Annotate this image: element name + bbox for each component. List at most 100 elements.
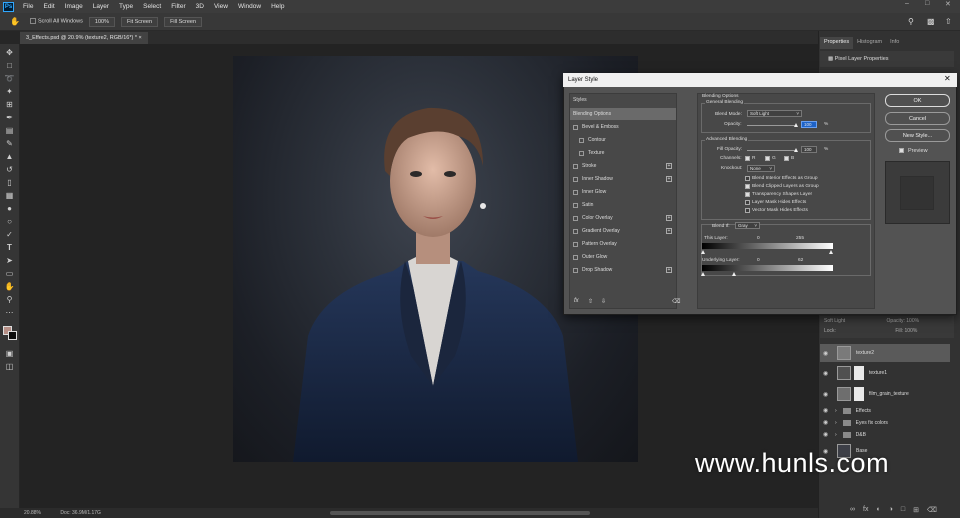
crop-tool-icon[interactable]: ⊞ [4, 100, 16, 109]
add-inner-shadow-icon[interactable]: + [666, 176, 672, 182]
ok-button[interactable]: OK [885, 94, 950, 107]
fit-screen-button[interactable]: Fit Screen [120, 16, 159, 27]
style-item-inner-glow[interactable]: Inner Glow [570, 186, 676, 198]
style-item-satin[interactable]: Satin [570, 199, 676, 211]
vector-mask-hides-checkbox[interactable] [745, 208, 750, 213]
scroll-all-windows-option[interactable]: Scroll All Windows [29, 18, 83, 25]
eyedropper-tool-icon[interactable]: ✒ [4, 113, 16, 122]
history-brush-tool-icon[interactable]: ↺ [4, 165, 16, 174]
checkbox[interactable] [573, 189, 578, 195]
layer-fill[interactable]: Fill: 100% [895, 328, 917, 334]
chevron-right-icon[interactable]: › [835, 432, 837, 438]
healing-brush-tool-icon[interactable]: ▤ [4, 126, 16, 135]
layer-opacity[interactable]: Opacity: 100% [887, 318, 920, 324]
menu-help[interactable]: Help [266, 3, 289, 10]
add-gradient-overlay-icon[interactable]: + [666, 228, 672, 234]
layer-group-effects[interactable]: ◉ › Effects [820, 405, 950, 416]
color-swatches[interactable] [0, 323, 19, 345]
dodge-tool-icon[interactable]: ○ [4, 217, 16, 226]
add-drop-shadow-icon[interactable]: + [666, 267, 672, 273]
menu-image[interactable]: Image [60, 3, 88, 10]
style-item-texture[interactable]: Texture [570, 147, 676, 159]
lasso-tool-icon[interactable]: ➰ [4, 74, 16, 83]
marquee-tool-icon[interactable]: □ [4, 61, 16, 70]
checkbox[interactable] [573, 202, 578, 208]
document-tab[interactable]: 3_Effects.psd @ 20.9% (texture2, RGB/16*… [20, 32, 148, 44]
brush-tool-icon[interactable]: ✎ [4, 139, 16, 148]
fx-menu-button[interactable]: fx [574, 298, 579, 304]
layer-row-texture1[interactable]: ◉ texture1 [820, 364, 950, 382]
knockout-select[interactable]: None ˅ [747, 165, 775, 172]
hand-tool-icon-toolbar[interactable]: ✋ [4, 282, 16, 291]
transparency-shapes-checkbox[interactable] [745, 192, 750, 197]
pen-tool-icon[interactable]: ✓ [4, 230, 16, 239]
chevron-right-icon[interactable]: › [835, 420, 837, 426]
menu-select[interactable]: Select [138, 3, 166, 10]
zoom-level-readout[interactable]: 20.88% [24, 510, 41, 516]
blend-clipped-checkbox[interactable] [745, 184, 750, 189]
menu-edit[interactable]: Edit [38, 3, 59, 10]
preview-checkbox[interactable] [899, 148, 904, 153]
fill-opacity-slider-knob[interactable] [794, 148, 798, 152]
gradient-tool-icon[interactable]: ▦ [4, 191, 16, 200]
tab-properties[interactable]: Properties [820, 37, 854, 49]
workspace-icon[interactable]: ▩ [927, 17, 935, 26]
checkbox[interactable] [573, 267, 578, 273]
opacity-input[interactable]: 100 [801, 121, 817, 128]
close-window-icon[interactable]: ✕ [945, 0, 951, 8]
link-layers-icon[interactable]: ∞ [850, 506, 855, 518]
fill-opacity-slider[interactable] [747, 150, 797, 151]
adjustment-layer-icon[interactable]: ◑ [889, 506, 893, 518]
layer-row-texture2[interactable]: ◉ texture2 [820, 344, 950, 362]
menu-type[interactable]: Type [114, 3, 138, 10]
type-tool-icon[interactable]: T [4, 243, 16, 252]
close-icon[interactable]: ✕ [944, 74, 951, 83]
cancel-button[interactable]: Cancel [885, 112, 950, 125]
style-item-blending-options[interactable]: Blending Options [570, 108, 676, 120]
tab-info[interactable]: Info [886, 37, 903, 49]
screen-mode-icon[interactable]: ◫ [4, 362, 16, 371]
move-down-icon[interactable]: ⇩ [601, 298, 606, 305]
menu-layer[interactable]: Layer [88, 3, 114, 10]
eye-icon[interactable]: ◉ [823, 391, 831, 398]
style-item-inner-shadow[interactable]: Inner Shadow + [570, 173, 676, 185]
eye-icon[interactable]: ◉ [823, 419, 831, 426]
delete-layer-icon[interactable]: ⌫ [927, 506, 937, 518]
search-icon[interactable]: ⚲ [908, 17, 914, 26]
rectangle-tool-icon[interactable]: ▭ [4, 269, 16, 278]
underlying-layer-gradient[interactable] [702, 265, 833, 271]
scroll-all-windows-checkbox[interactable] [29, 18, 36, 25]
style-item-pattern-overlay[interactable]: Pattern Overlay [570, 238, 676, 250]
checkbox[interactable] [573, 228, 578, 234]
style-item-color-overlay[interactable]: Color Overlay + [570, 212, 676, 224]
fill-screen-button[interactable]: Fill Screen [164, 16, 203, 27]
underlying-black-knob[interactable] [701, 272, 705, 276]
share-icon[interactable]: ⇧ [945, 17, 952, 26]
checkbox[interactable] [573, 254, 578, 260]
checkbox[interactable] [573, 241, 578, 247]
checkbox[interactable] [573, 176, 578, 182]
opacity-slider-knob[interactable] [794, 123, 798, 127]
close-tab-icon[interactable]: × [139, 35, 142, 41]
style-item-gradient-overlay[interactable]: Gradient Overlay + [570, 225, 676, 237]
menu-file[interactable]: File [18, 3, 38, 10]
horizontal-scrollbar[interactable] [330, 511, 590, 515]
add-color-overlay-icon[interactable]: + [666, 215, 672, 221]
blend-mode-select[interactable]: Soft Light ˅ [747, 110, 802, 117]
more-tools-icon[interactable]: ⋯ [4, 308, 16, 317]
eye-icon[interactable]: ◉ [823, 407, 831, 414]
style-item-bevel-emboss[interactable]: Bevel & Emboss [570, 121, 676, 133]
new-layer-icon[interactable]: ⊞ [913, 506, 919, 518]
blend-if-select[interactable]: Gray ˅ [735, 222, 760, 229]
blend-interior-checkbox[interactable] [745, 176, 750, 181]
underlying-white-knob[interactable] [731, 272, 736, 276]
style-item-outer-glow[interactable]: Outer Glow [570, 251, 676, 263]
tab-histogram[interactable]: Histogram [853, 37, 886, 49]
maximize-icon[interactable]: □ [925, 0, 929, 7]
new-group-icon[interactable]: □ [901, 506, 905, 518]
layer-row-film-grain[interactable]: ◉ film_grain_texture [820, 385, 950, 403]
fx-icon[interactable]: fx [863, 506, 868, 518]
this-layer-gradient[interactable] [702, 243, 833, 249]
checkbox[interactable] [573, 215, 578, 221]
layer-blend-mode[interactable]: Soft Light [824, 318, 845, 324]
